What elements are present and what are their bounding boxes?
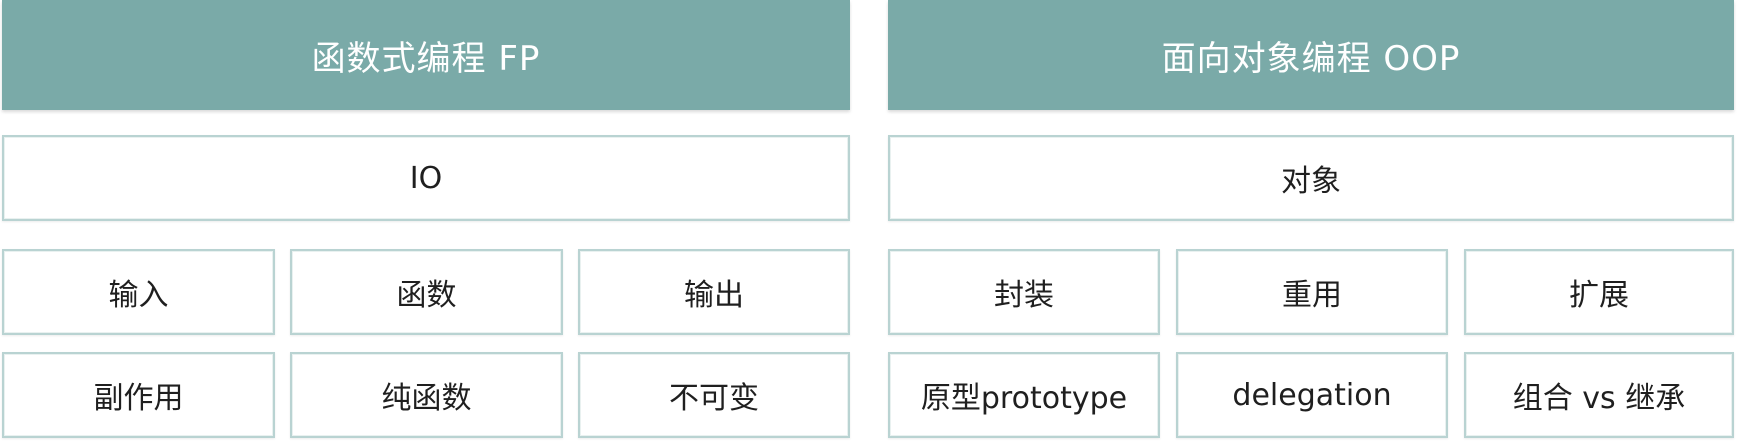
oop-delegation-box: delegation — [1176, 352, 1448, 438]
fp-output-box: 输出 — [578, 249, 850, 335]
fp-header: 函数式编程 FP — [2, 0, 850, 110]
fp-input-box: 输入 — [2, 249, 275, 335]
fp-immutable-box: 不可变 — [578, 352, 850, 438]
fp-function-box: 函数 — [290, 249, 563, 335]
oop-extension-box: 扩展 — [1464, 249, 1734, 335]
oop-encapsulation-box: 封装 — [888, 249, 1160, 335]
oop-header: 面向对象编程 OOP — [888, 0, 1734, 110]
oop-reuse-box: 重用 — [1176, 249, 1448, 335]
oop-prototype-box: 原型prototype — [888, 352, 1160, 438]
oop-core-box: 对象 — [888, 135, 1734, 221]
oop-composition-vs-inheritance-box: 组合 vs 继承 — [1464, 352, 1734, 438]
fp-side-effect-box: 副作用 — [2, 352, 275, 438]
fp-pure-function-box: 纯函数 — [290, 352, 563, 438]
fp-core-box: IO — [2, 135, 850, 221]
